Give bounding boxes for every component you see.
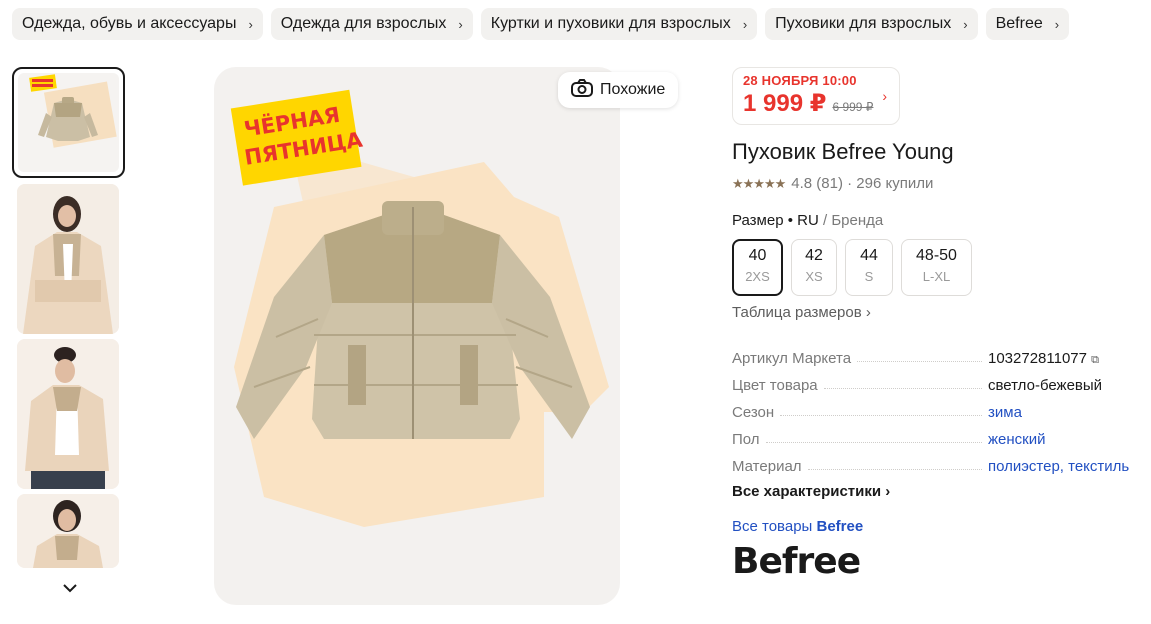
chevron-down-icon[interactable]: [60, 580, 80, 596]
size-option-48-50[interactable]: 48-50 L-XL: [901, 239, 972, 296]
chevron-right-icon: ›: [885, 483, 891, 500]
thumbnail-1[interactable]: [12, 67, 125, 178]
model-photo: [17, 494, 119, 568]
breadcrumb-item[interactable]: Куртки и пуховики для взрослых ›: [480, 8, 758, 40]
main-product-image[interactable]: ЧЁРНАЯ ПЯТНИЦА: [214, 67, 620, 605]
stars-icon: ★★★★★: [732, 175, 786, 191]
size-selector: 40 2XS 42 XS 44 S 48-50 L-XL: [732, 239, 1142, 296]
chevron-right-icon: ›: [248, 16, 253, 32]
rating-text: 4.8 (81) · 296 купили: [791, 175, 934, 192]
chevron-right-icon: ›: [963, 16, 968, 32]
breadcrumb: Одежда, обувь и аксессуары › Одежда для в…: [12, 8, 1070, 40]
size-option-44[interactable]: 44 S: [845, 239, 893, 296]
brand-logo[interactable]: Befree: [732, 541, 1142, 582]
breadcrumb-item[interactable]: Пуховики для взрослых ›: [765, 8, 978, 40]
jacket-image: ЧЁРНАЯ ПЯТНИЦА: [230, 89, 609, 527]
thumbnail-gallery: [12, 67, 126, 573]
chevron-right-icon: ›: [1054, 16, 1060, 32]
size-option-42[interactable]: 42 XS: [791, 239, 837, 296]
specs-list: Артикул Маркета 103272811077 ⧉ Цвет това…: [732, 340, 1142, 475]
product-title: Пуховик Befree Young: [732, 139, 954, 164]
current-price: 1 999 ₽: [743, 90, 827, 117]
all-brand-goods-link[interactable]: Все товары Befree: [732, 518, 1142, 535]
sale-date: 28 НОЯБРЯ 10:00: [743, 73, 857, 88]
spec-row: Пол женский: [732, 431, 1046, 448]
model-photo: [17, 184, 119, 334]
spec-row: Цвет товара светло-бежевый: [732, 377, 1103, 394]
thumbnail-3[interactable]: [17, 339, 119, 489]
breadcrumb-item[interactable]: Одежда, обувь и аксессуары ›: [12, 8, 263, 40]
size-header: Размер • RU / Бренда: [732, 212, 884, 229]
jacket-thumbnail-image: [29, 74, 117, 148]
chevron-right-icon: ›: [865, 304, 871, 321]
model-photo: [17, 339, 119, 489]
thumbnail-4[interactable]: [17, 494, 119, 568]
camera-icon: [570, 78, 594, 103]
chevron-right-icon: ›: [742, 16, 748, 32]
size-option-40[interactable]: 40 2XS: [732, 239, 783, 296]
old-price: 6 999 ₽: [832, 100, 874, 114]
spec-row: Артикул Маркета 103272811077 ⧉: [732, 350, 1100, 367]
spec-row: Материал полиэстер, текстиль: [732, 458, 1130, 475]
rating-row[interactable]: ★★★★★ 4.8 (81) · 296 купили: [732, 175, 1142, 192]
all-specs-link[interactable]: Все характеристики ›: [732, 483, 1142, 500]
similar-label: Похожие: [600, 81, 666, 98]
spec-row: Сезон зима: [732, 404, 1022, 421]
size-table-link[interactable]: Таблица размеров ›: [732, 304, 1142, 321]
chevron-right-icon: ›: [882, 88, 887, 104]
chevron-right-icon: ›: [458, 16, 463, 32]
thumbnail-2[interactable]: [17, 184, 119, 334]
product-info: 28 НОЯБРЯ 10:00 1 999 ₽ 6 999 ₽ › Пухови…: [732, 67, 1142, 582]
copy-icon[interactable]: ⧉: [1091, 354, 1099, 366]
similar-button[interactable]: Похожие: [558, 72, 679, 108]
price-block[interactable]: 28 НОЯБРЯ 10:00 1 999 ₽ 6 999 ₽ ›: [732, 67, 900, 125]
breadcrumb-item[interactable]: Befree ›: [985, 8, 1070, 40]
breadcrumb-item[interactable]: Одежда для взрослых ›: [270, 8, 473, 40]
